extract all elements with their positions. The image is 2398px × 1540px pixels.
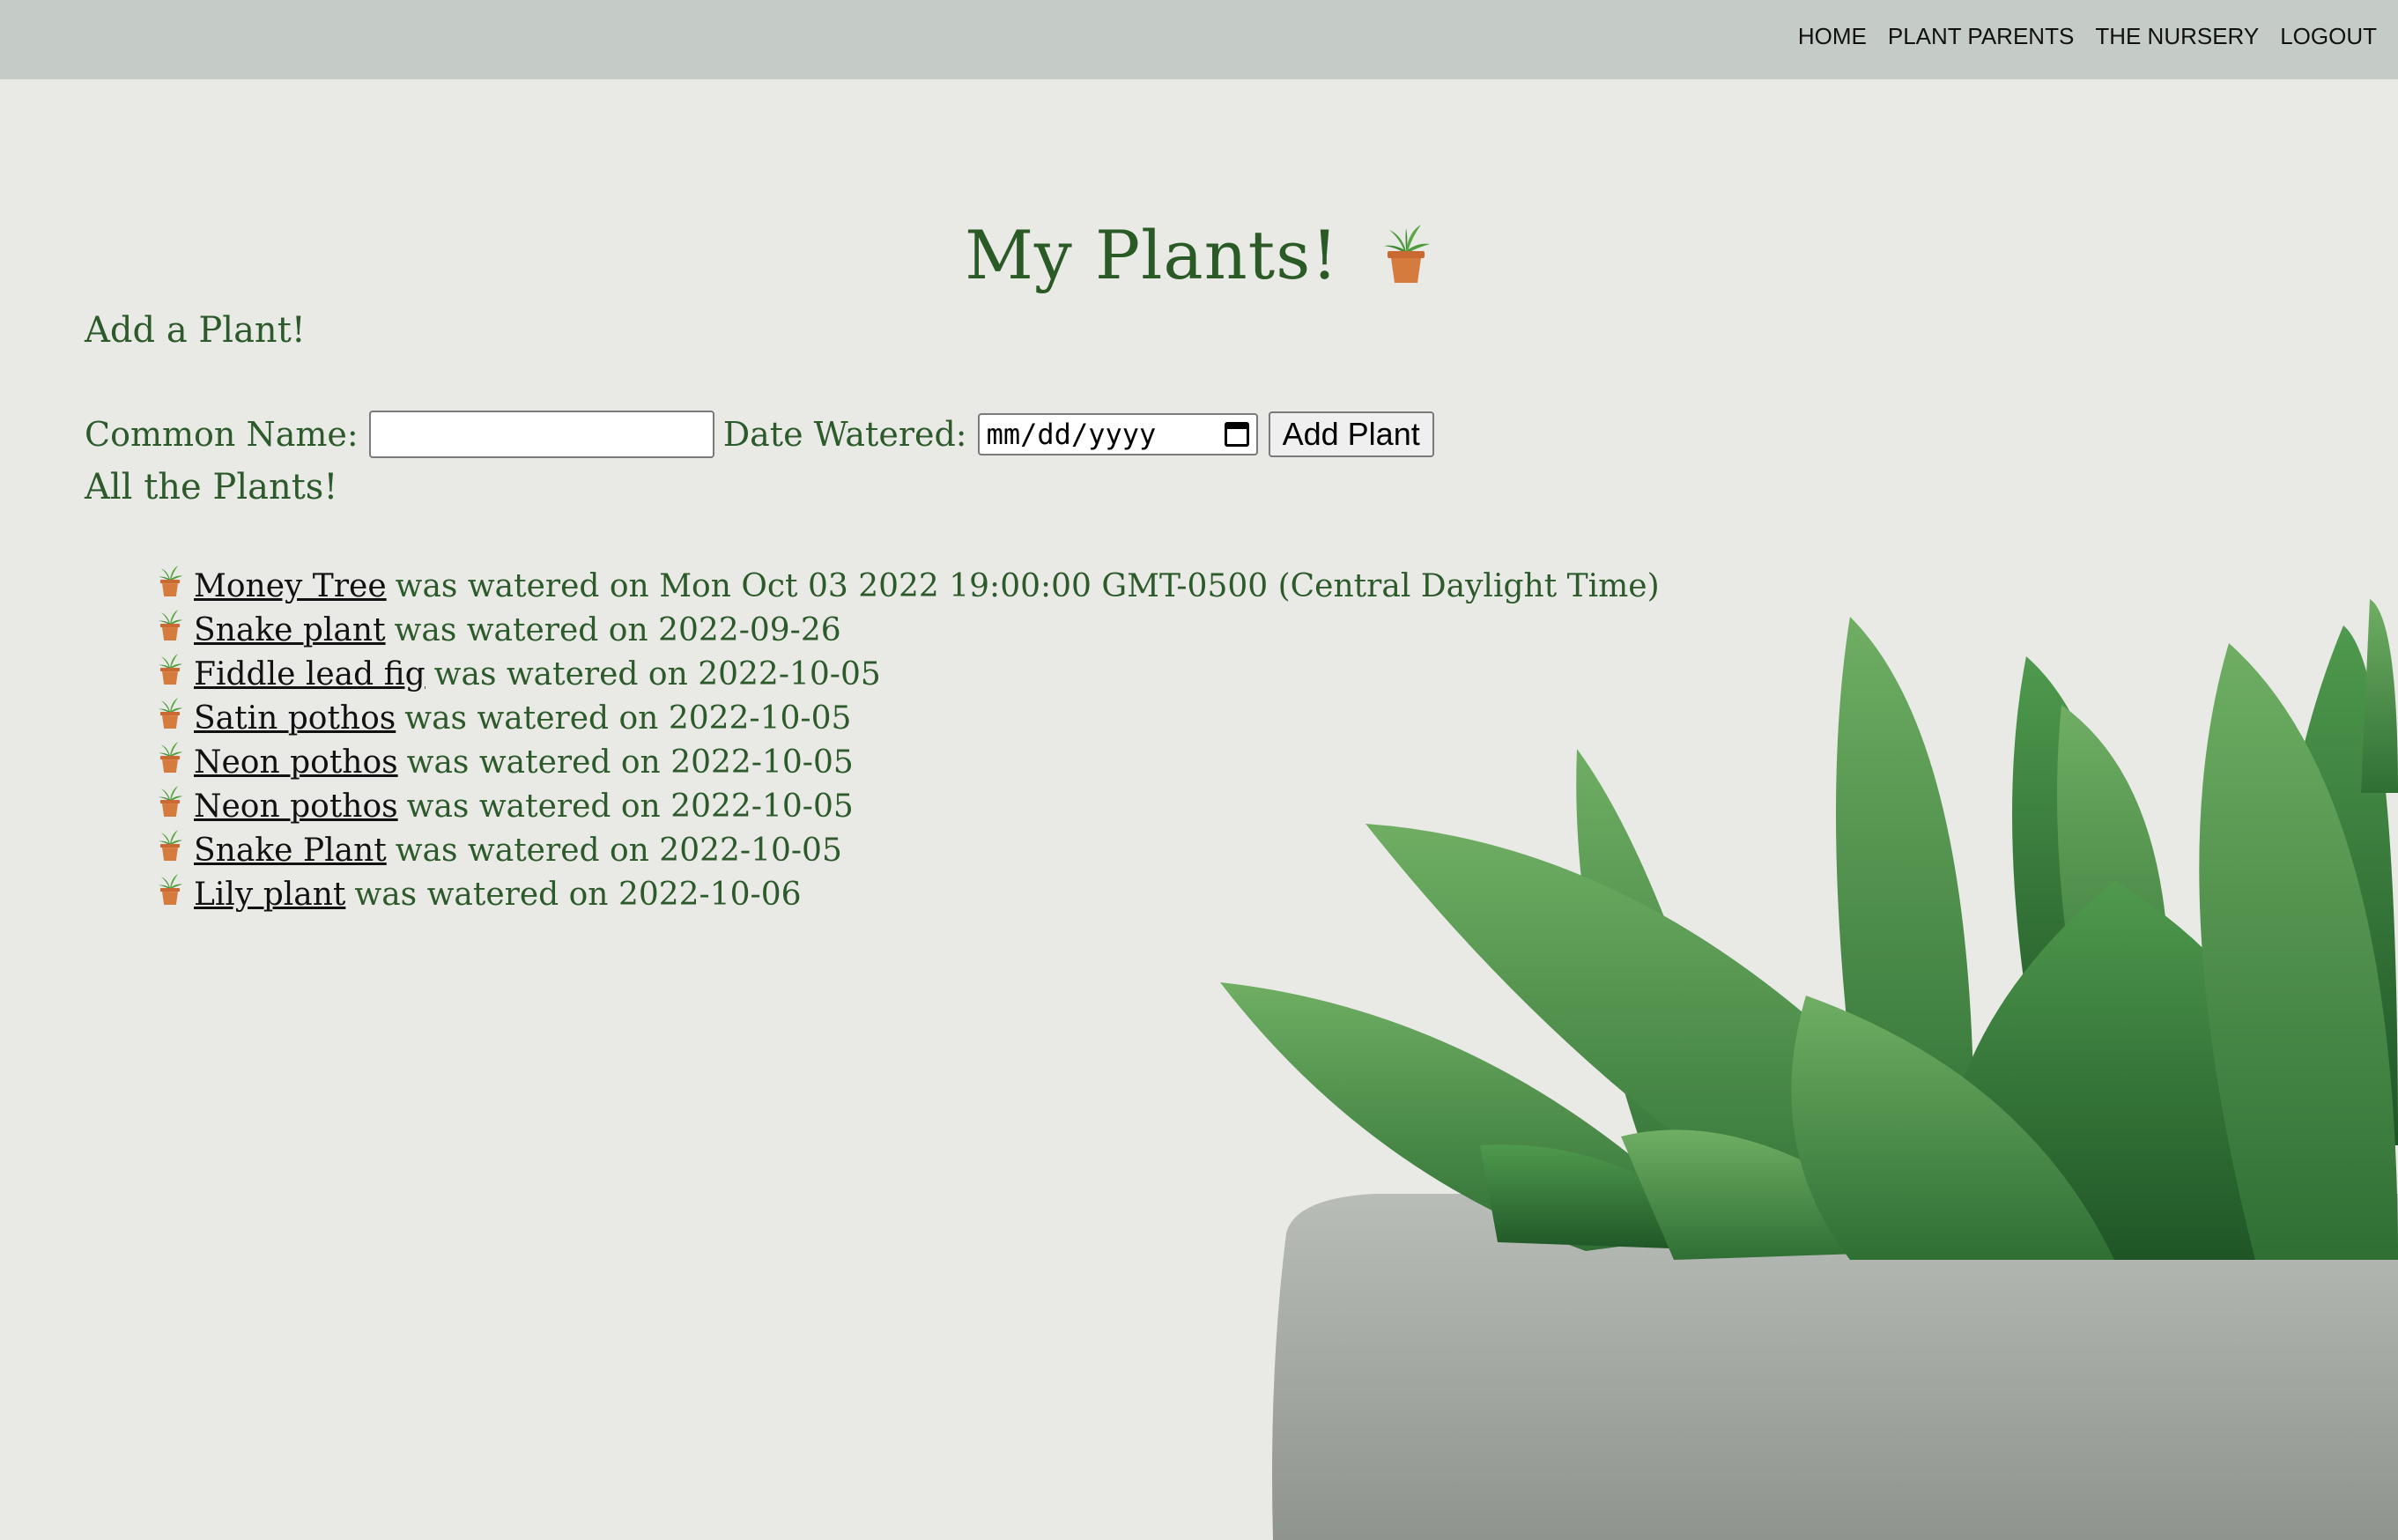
common-name-label: Common Name:: [85, 415, 359, 454]
date-watered-label: Date Watered:: [722, 415, 967, 454]
plant-list-item: Snake plant was watered on 2022-09-26: [155, 608, 1660, 652]
plant-list-item: Neon pothos was watered on 2022-10-05: [155, 784, 1660, 828]
potted-plant-icon: [155, 696, 185, 740]
potted-plant-icon: [155, 564, 185, 608]
common-name-input[interactable]: [368, 411, 714, 458]
plant-watered-text: was watered on 2022-10-05: [404, 700, 852, 737]
top-navigation-bar: HOME PLANT PARENTS THE NURSERY LOGOUT: [0, 0, 2398, 79]
potted-plant-icon: [155, 608, 185, 652]
add-plant-heading: Add a Plant!: [85, 310, 306, 351]
plant-list-item: Satin pothos was watered on 2022-10-05: [155, 696, 1660, 740]
plant-watered-text: was watered on 2022-10-05: [395, 832, 842, 869]
date-watered-input[interactable]: mm/dd/yyyy: [977, 413, 1258, 455]
add-plant-form: Common Name: Date Watered: mm/dd/yyyy Ad…: [85, 411, 1434, 458]
potted-plant-icon: [155, 872, 185, 916]
plant-list: Money Tree was watered on Mon Oct 03 202…: [155, 564, 1660, 916]
plant-name-link[interactable]: Neon pothos: [194, 786, 398, 827]
potted-plant-icon: [1379, 221, 1433, 300]
plant-name-link[interactable]: Fiddle lead fig: [194, 654, 426, 695]
plant-name-link[interactable]: Snake plant: [194, 610, 386, 651]
plant-name-link[interactable]: Snake Plant: [194, 830, 387, 871]
plant-watered-text: was watered on 2022-10-05: [433, 655, 881, 692]
plant-watered-text: was watered on 2022-10-05: [406, 788, 854, 825]
all-plants-heading: All the Plants!: [85, 467, 338, 507]
plant-list-item: Snake Plant was watered on 2022-10-05: [155, 828, 1660, 872]
plant-name-link[interactable]: Satin pothos: [194, 698, 396, 739]
nav-home-link[interactable]: HOME: [1798, 23, 1867, 50]
nav-plant-parents-link[interactable]: PLANT PARENTS: [1888, 23, 2074, 50]
page-title: My Plants!: [0, 216, 2398, 300]
plant-list-item: Money Tree was watered on Mon Oct 03 202…: [155, 564, 1660, 608]
main-nav: HOME PLANT PARENTS THE NURSERY LOGOUT: [1798, 23, 2377, 50]
page-title-text: My Plants!: [965, 216, 1339, 294]
add-plant-button[interactable]: Add Plant: [1268, 411, 1434, 457]
calendar-icon[interactable]: [1224, 422, 1249, 447]
potted-plant-icon: [155, 652, 185, 696]
date-placeholder: mm/dd/yyyy: [986, 418, 1157, 451]
nav-the-nursery-link[interactable]: THE NURSERY: [2095, 23, 2259, 50]
plant-list-item: Neon pothos was watered on 2022-10-05: [155, 740, 1660, 784]
plant-list-item: Lily plant was watered on 2022-10-06: [155, 872, 1660, 916]
plant-watered-text: was watered on 2022-10-06: [354, 876, 802, 913]
plant-watered-text: was watered on 2022-10-05: [406, 744, 854, 781]
potted-plant-icon: [155, 784, 185, 828]
nav-logout-link[interactable]: LOGOUT: [2280, 23, 2377, 50]
plant-list-item: Fiddle lead fig was watered on 2022-10-0…: [155, 652, 1660, 696]
plant-watered-text: was watered on 2022-09-26: [394, 611, 841, 648]
plant-name-link[interactable]: Lily plant: [194, 874, 345, 915]
plant-watered-text: was watered on Mon Oct 03 2022 19:00:00 …: [395, 567, 1660, 604]
potted-plant-icon: [155, 828, 185, 872]
potted-plant-icon: [155, 740, 185, 784]
plant-name-link[interactable]: Money Tree: [194, 566, 387, 607]
plant-name-link[interactable]: Neon pothos: [194, 742, 398, 783]
